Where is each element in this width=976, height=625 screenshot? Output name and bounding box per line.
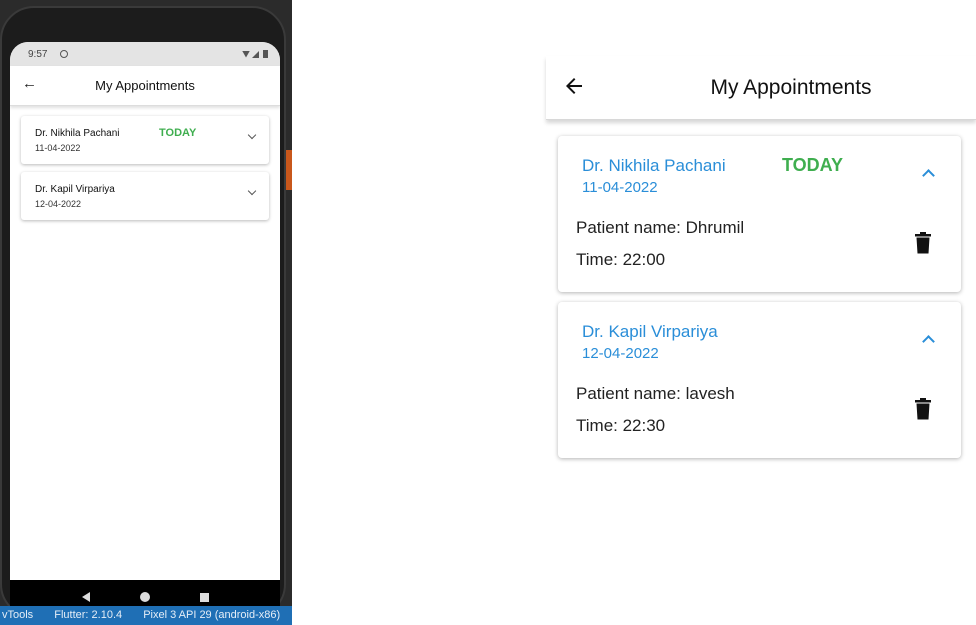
phone-chevron-down-icon[interactable] — [247, 186, 257, 196]
signal-icon — [252, 50, 259, 58]
nav-back-icon[interactable] — [81, 592, 90, 602]
trash-icon[interactable] — [914, 398, 932, 420]
phone-appointment-card[interactable]: Dr. Kapil Virpariya 12-04-2022 — [21, 172, 269, 220]
phone-back-arrow-icon[interactable]: ← — [22, 75, 37, 92]
phone-screen: 9:57 ← My Appointments Dr. Nikhila Pacha… — [10, 42, 280, 614]
ide-status-item: Flutter: 2.10.4 — [54, 609, 123, 621]
chevron-up-icon[interactable] — [922, 335, 935, 348]
phone-app-bar: ← My Appointments — [10, 66, 280, 106]
phone-chevron-down-icon[interactable] — [247, 130, 257, 140]
time-row: Time: 22:30 — [576, 416, 665, 436]
page-title: My Appointments — [710, 76, 872, 99]
patient-name: Dhrumil — [685, 218, 745, 237]
appointment-card: Dr. Nikhila Pachani 11-04-2022 TODAY Pat… — [558, 136, 961, 292]
trash-icon[interactable] — [914, 232, 932, 254]
ide-status-item: vTools — [2, 609, 34, 621]
app-bar: My Appointments — [546, 56, 976, 120]
phone-status-bar: 9:57 — [10, 42, 280, 66]
nav-recents-icon[interactable] — [199, 592, 209, 602]
phone-page-title: My Appointments — [95, 78, 195, 93]
time-label: Time: — [576, 416, 623, 435]
phone-doctor-name: Dr. Nikhila Pachani — [35, 128, 120, 139]
status-time: 9:57 — [28, 48, 48, 60]
wifi-icon — [242, 50, 250, 58]
root: 9:57 ← My Appointments Dr. Nikhila Pacha… — [0, 0, 976, 625]
time-label: Time: — [576, 250, 623, 269]
appointment-time: 22:00 — [622, 250, 666, 269]
phone-appointment-card[interactable]: Dr. Nikhila Pachani 11-04-2022 TODAY — [21, 116, 269, 164]
patient-label: Patient name: — [576, 384, 686, 403]
ide-status-item: Pixel 3 API 29 (android-x86) — [143, 609, 281, 621]
patient-name: lavesh — [685, 384, 735, 403]
phone-today-badge: TODAY — [159, 127, 197, 139]
battery-icon — [263, 50, 268, 58]
phone-appointment-date: 11-04-2022 — [35, 143, 81, 153]
phone-emulator: 9:57 ← My Appointments Dr. Nikhila Pacha… — [0, 6, 286, 618]
phone-appointment-date: 12-04-2022 — [35, 199, 82, 209]
ide-scroll-marker — [286, 150, 292, 190]
patient-name-row: Patient name: Dhrumil — [576, 218, 744, 238]
today-badge: TODAY — [782, 155, 844, 175]
ide-status-bar: vTools Flutter: 2.10.4 Pixel 3 API 29 (a… — [0, 606, 292, 625]
nav-home-icon[interactable] — [139, 592, 150, 602]
patient-label: Patient name: — [576, 218, 686, 237]
time-row: Time: 22:00 — [576, 250, 665, 270]
appointment-date: 12-04-2022 — [582, 345, 659, 362]
appointment-card: Dr. Kapil Virpariya 12-04-2022 Patient n… — [558, 302, 961, 458]
doctor-name: Dr. Kapil Virpariya — [582, 322, 718, 341]
appointment-date: 11-04-2022 — [582, 179, 658, 196]
phone-doctor-name: Dr. Kapil Virpariya — [35, 184, 115, 195]
status-notification-icon — [60, 50, 68, 58]
doctor-name: Dr. Nikhila Pachani — [582, 156, 726, 175]
status-icons — [242, 50, 268, 58]
appointment-time: 22:30 — [622, 416, 666, 435]
chevron-up-icon[interactable] — [922, 169, 935, 182]
patient-name-row: Patient name: lavesh — [576, 384, 735, 404]
